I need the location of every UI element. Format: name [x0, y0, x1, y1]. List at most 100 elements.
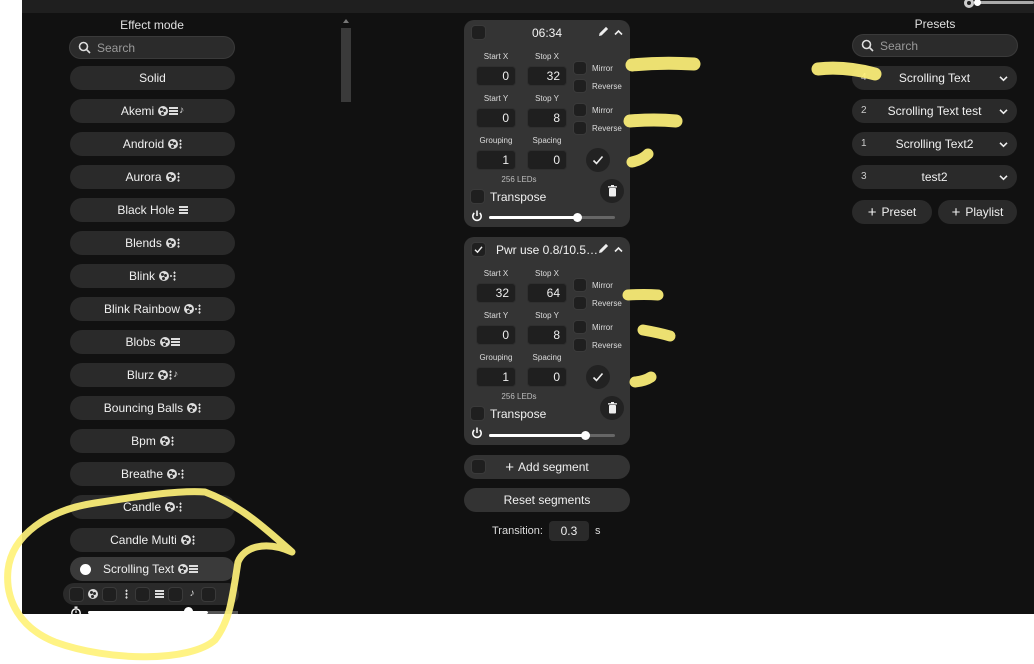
mirror-y-option[interactable]: Mirror [573, 103, 613, 117]
reset-segments-button[interactable]: Reset segments [464, 488, 630, 512]
effect-item-selected[interactable]: Scrolling Text [70, 557, 235, 581]
transition-input[interactable]: 0.3 [548, 521, 589, 541]
spacing-input[interactable]: 0 [527, 150, 567, 170]
reverse-x-option[interactable]: Reverse [573, 79, 622, 93]
transpose-option[interactable]: Transpose [470, 189, 546, 204]
preset-item[interactable]: 3 test2 [852, 165, 1017, 189]
reverse-y-option[interactable]: Reverse [573, 338, 622, 352]
selected-radio[interactable] [80, 563, 91, 575]
filter-extra-checkbox[interactable] [201, 586, 216, 602]
speed-thumb[interactable] [184, 607, 193, 614]
presets-search[interactable] [852, 34, 1018, 57]
power-icon[interactable] [471, 427, 483, 439]
stop-x-input[interactable]: 64 [527, 283, 567, 303]
effect-item[interactable]: Bouncing Balls [70, 396, 235, 420]
reverse-x-option[interactable]: Reverse [573, 296, 622, 310]
segment-brightness-slider[interactable] [489, 213, 615, 222]
stop-y-input[interactable]: 8 [527, 108, 567, 128]
effect-item[interactable]: Black Hole [70, 198, 235, 222]
segment-brightness-slider[interactable] [489, 431, 615, 440]
delete-segment-button[interactable] [600, 396, 624, 420]
effects-search-input[interactable] [97, 40, 234, 55]
apply-button[interactable] [586, 148, 610, 172]
reverse-y-option[interactable]: Reverse [573, 121, 622, 135]
chevron-down-icon[interactable] [999, 107, 1008, 116]
reverse-y-checkbox[interactable] [573, 121, 587, 135]
effect-item[interactable]: Blink Rainbow [70, 297, 235, 321]
effect-icons [159, 271, 176, 281]
effect-item[interactable]: Candle [70, 495, 235, 519]
effect-item[interactable]: Blobs [70, 330, 235, 354]
start-x-input[interactable]: 0 [476, 66, 516, 86]
segment-header[interactable]: 06:34 [464, 20, 630, 46]
grouping-input[interactable]: 1 [476, 367, 516, 387]
chevron-up-icon[interactable] [614, 28, 623, 37]
brightness-thumb[interactable] [580, 431, 590, 440]
filter-1d-checkbox[interactable] [102, 586, 117, 602]
filter-2d-checkbox[interactable] [135, 586, 150, 602]
effect-item[interactable]: Blends [70, 231, 235, 255]
palette-icon [168, 139, 179, 149]
power-icon[interactable] [471, 210, 483, 222]
effects-scrollbar[interactable] [341, 19, 351, 102]
transpose-checkbox[interactable] [470, 406, 485, 421]
stop-y-input[interactable]: 8 [527, 325, 567, 345]
start-y-input[interactable]: 0 [476, 108, 516, 128]
reverse-x-checkbox[interactable] [573, 79, 587, 93]
chevron-down-icon[interactable] [999, 140, 1008, 149]
effect-item[interactable]: Bpm [70, 429, 235, 453]
mirror-y-option[interactable]: Mirror [573, 320, 613, 334]
apply-button[interactable] [586, 365, 610, 389]
mirror-x-checkbox[interactable] [573, 278, 587, 292]
start-x-input[interactable]: 32 [476, 283, 516, 303]
filter-palette-checkbox[interactable] [69, 586, 84, 602]
scroll-thumb[interactable] [341, 28, 351, 102]
effect-item[interactable]: Android [70, 132, 235, 156]
chevron-down-icon[interactable] [999, 173, 1008, 182]
spacing-input[interactable]: 0 [527, 367, 567, 387]
segment-header[interactable]: Pwr use 0.8/10.5… [464, 237, 630, 263]
effects-search[interactable] [69, 36, 235, 59]
effect-icons [178, 206, 188, 214]
add-playlist-button[interactable]: + Playlist [938, 200, 1017, 224]
mirror-x-option[interactable]: Mirror [573, 278, 613, 292]
preset-item[interactable]: 2 Scrolling Text test [852, 99, 1017, 123]
transpose-option[interactable]: Transpose [470, 406, 546, 421]
effect-item[interactable]: Aurora [70, 165, 235, 189]
add-preset-button[interactable]: + Preset [852, 200, 932, 224]
mirror-x-option[interactable]: Mirror [573, 61, 613, 75]
reverse-x-checkbox[interactable] [573, 296, 587, 310]
reverse-y-checkbox[interactable] [573, 338, 587, 352]
effect-item[interactable]: Blurz ♪ [70, 363, 235, 387]
add-segment-checkbox[interactable] [471, 459, 486, 474]
preset-item[interactable]: 1 Scrolling Text2 [852, 132, 1017, 156]
transpose-checkbox[interactable] [470, 189, 485, 204]
start-y-input[interactable]: 0 [476, 325, 516, 345]
delete-segment-button[interactable] [600, 179, 624, 203]
chevron-down-icon[interactable] [999, 74, 1008, 83]
top-brightness-slider[interactable] [974, 0, 1034, 6]
filter-audio-checkbox[interactable] [168, 586, 183, 602]
brightness-thumb[interactable] [573, 213, 583, 222]
presets-search-input[interactable] [880, 38, 1017, 53]
palette-icon [187, 403, 198, 413]
mirror-y-checkbox[interactable] [573, 103, 587, 117]
preset-item[interactable]: 4 Scrolling Text [852, 66, 1017, 90]
effect-speed-slider[interactable] [66, 606, 241, 614]
effect-item[interactable]: Candle Multi [70, 528, 235, 552]
effect-item[interactable]: Solid [70, 66, 235, 90]
add-segment-button[interactable]: + Add segment [464, 455, 630, 479]
effect-item[interactable]: Breathe [70, 462, 235, 486]
pencil-icon[interactable] [597, 25, 610, 38]
effect-item[interactable]: Blink [70, 264, 235, 288]
chevron-up-icon[interactable] [614, 245, 623, 254]
segment-select-checkbox[interactable] [471, 242, 486, 257]
stop-x-input[interactable]: 32 [527, 66, 567, 86]
effect-item[interactable]: Akemi ♪ [70, 99, 235, 123]
mirror-y-checkbox[interactable] [573, 320, 587, 334]
mirror-x-checkbox[interactable] [573, 61, 587, 75]
scroll-up-arrow[interactable] [343, 19, 349, 23]
grouping-input[interactable]: 1 [476, 150, 516, 170]
pencil-icon[interactable] [597, 242, 610, 255]
grouping-label: Grouping [479, 353, 513, 362]
